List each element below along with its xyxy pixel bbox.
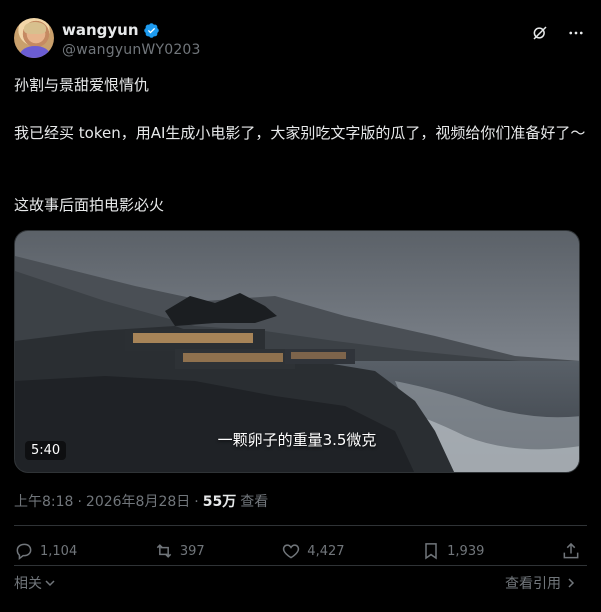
tweet-date[interactable]: 2026年8月28日 — [86, 491, 190, 511]
tweet-header: wangyun @wangyunWY0203 — [14, 18, 587, 62]
related-toggle[interactable]: 相关 — [14, 573, 56, 593]
avatar-shirt — [20, 46, 50, 58]
grok-icon[interactable] — [529, 22, 551, 44]
view-quotes-label: 查看引用 — [505, 576, 561, 592]
reply-count: 1,104 — [40, 543, 78, 559]
chevron-down-icon — [45, 580, 55, 587]
like-icon — [283, 544, 300, 559]
meta-separator: · — [77, 494, 82, 510]
divider-bottom — [14, 565, 587, 566]
tweet-line-3: 这故事后面拍电影必火 — [14, 196, 165, 214]
meta-separator-2: · — [194, 494, 199, 510]
tweet-line-1: 孙割与景甜爱恨情仇 — [14, 76, 150, 94]
tweet-detail: wangyun @wangyunWY0203 孙割与景甜爱恨情仇 我已经买 to… — [0, 0, 601, 612]
views-count: 55万 — [202, 494, 237, 510]
tweet-line-2: 我已经买 token，用AI生成小电影了，大家别吃文字版的瓜了，视频给你们准备好… — [14, 124, 586, 142]
divider-top — [14, 525, 587, 526]
video-player[interactable]: 5:40 一颗卵子的重量3.5微克 — [14, 230, 580, 473]
handle[interactable]: @wangyunWY0203 — [62, 42, 201, 58]
share-button[interactable] — [561, 541, 581, 561]
display-name[interactable]: wangyun — [62, 21, 139, 39]
author-names: wangyun @wangyunWY0203 — [62, 20, 201, 58]
reply-button[interactable]: 1,104 — [14, 541, 77, 561]
views-label: 查看 — [240, 494, 269, 510]
share-icon — [563, 542, 579, 559]
avatar[interactable] — [14, 18, 54, 58]
verified-badge-icon[interactable] — [143, 22, 160, 39]
avatar-hair — [24, 22, 46, 34]
header-actions — [529, 22, 587, 44]
bookmark-button[interactable]: 1,939 — [421, 541, 484, 561]
video-caption: 一颗卵子的重量3.5微克 — [217, 431, 377, 449]
chevron-right-icon — [568, 578, 575, 588]
bookmark-count: 1,939 — [447, 543, 485, 559]
reply-icon — [16, 543, 32, 561]
bookmark-icon — [425, 543, 437, 560]
view-quotes-link[interactable]: 查看引用 — [505, 573, 577, 593]
tweet-meta: 上午8:18 · 2026年8月28日 · 55万 查看 — [14, 491, 268, 511]
repost-icon — [156, 544, 172, 558]
action-bar: 1,104 397 4,427 1,939 — [14, 540, 581, 562]
tweet-time[interactable]: 上午8:18 — [14, 491, 73, 511]
repost-count: 397 — [179, 543, 205, 559]
more-icon[interactable] — [565, 22, 587, 44]
like-count: 4,427 — [307, 543, 345, 559]
like-button[interactable]: 4,427 — [281, 541, 345, 561]
related-label: 相关 — [14, 576, 42, 592]
display-name-row: wangyun — [62, 20, 201, 40]
repost-button[interactable]: 397 — [154, 541, 205, 561]
